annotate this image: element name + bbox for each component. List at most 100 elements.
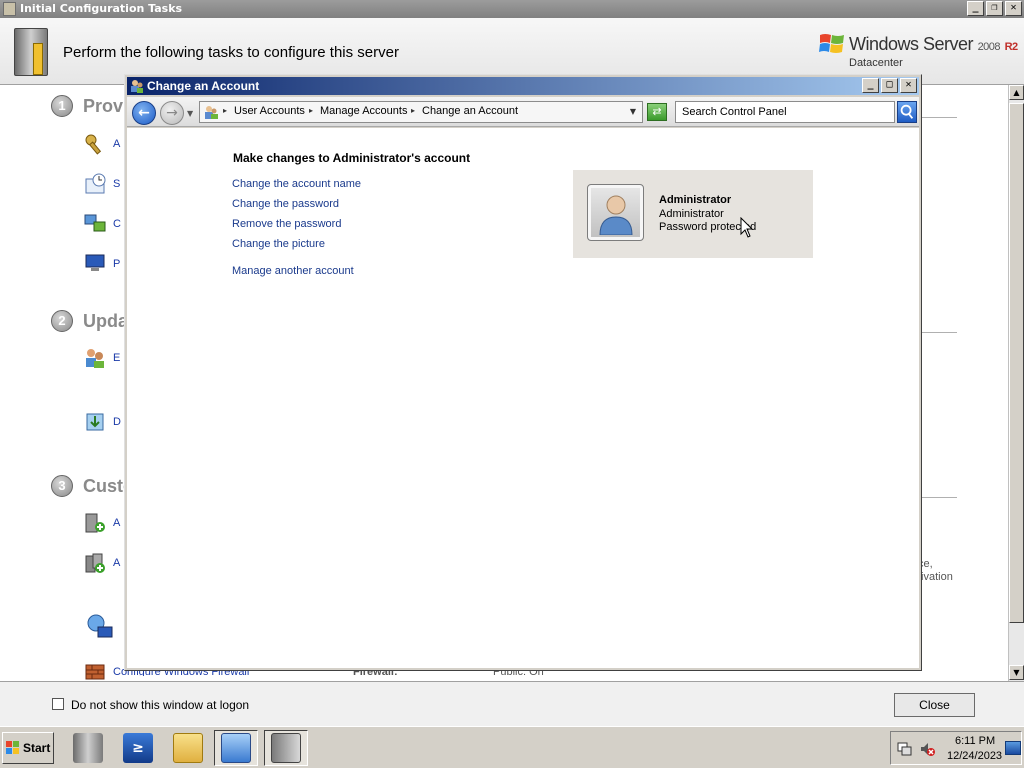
do-not-show-checkbox[interactable] [52, 698, 64, 710]
avatar [587, 184, 644, 241]
breadcrumb-change-account[interactable]: Change an Account [422, 105, 518, 117]
users-update-icon [86, 349, 104, 368]
show-desktop-icon[interactable] [1005, 741, 1021, 755]
task-link-fragment[interactable]: A [113, 138, 120, 150]
search-icon[interactable] [897, 101, 917, 123]
account-card: Administrator Administrator Password pro… [573, 170, 813, 258]
minimize-button[interactable]: _ [967, 1, 984, 16]
server-manager-icon [73, 733, 103, 763]
cp-navigation-bar: ← → ▼ ▸ User Accounts ▸ Manage Accounts … [127, 97, 919, 127]
cp-content: Make changes to Administrator's account … [127, 128, 919, 668]
section-number-3: 3 [51, 475, 73, 497]
ict-title: Initial Configuration Tasks [20, 2, 183, 15]
cp-window-title: Change an Account [147, 79, 260, 93]
breadcrumb-separator-icon[interactable]: ▸ [411, 106, 415, 115]
restore-button[interactable]: ❐ [986, 1, 1003, 16]
start-label: Start [23, 741, 51, 755]
brand-release: R2 [1004, 41, 1019, 53]
remote-desktop-icon [87, 614, 113, 638]
scroll-down-arrow-icon[interactable]: ▼ [1009, 665, 1024, 680]
computer-icon [85, 254, 105, 271]
do-not-show-label[interactable]: Do not show this window at logon [71, 698, 249, 712]
task-link-fragment[interactable]: D [113, 416, 121, 428]
change-account-window: Change an Account _ □ ✕ ← → ▼ ▸ User Acc… [124, 74, 922, 671]
change-account-name-link[interactable]: Change the account name [232, 178, 361, 190]
section-number-1: 1 [51, 95, 73, 117]
task-link-fragment[interactable]: P [113, 258, 120, 270]
recent-pages-dropdown-icon[interactable]: ▼ [187, 109, 193, 118]
clock-date[interactable]: 12/24/2023 [947, 750, 1002, 762]
account-type: Administrator [659, 208, 724, 220]
address-dropdown-icon[interactable]: ▼ [630, 107, 636, 116]
section-number-2: 2 [51, 310, 73, 332]
mouse-pointer-icon [740, 217, 754, 238]
cp-title-bar[interactable]: Change an Account _ □ ✕ [127, 77, 919, 95]
breadcrumb-manage-accounts[interactable]: Manage Accounts [320, 105, 407, 117]
brand-version: 2008 [977, 41, 1001, 53]
change-password-link[interactable]: Change the password [232, 198, 339, 210]
ict-header-text: Perform the following tasks to configure… [63, 44, 399, 61]
close-window-button[interactable]: ✕ [900, 78, 917, 93]
scroll-thumb[interactable] [1009, 103, 1024, 623]
breadcrumb-separator-icon[interactable]: ▸ [223, 106, 227, 115]
network-icon [84, 214, 106, 232]
manage-another-account-link[interactable]: Manage another account [232, 265, 354, 277]
brand-name: Windows Server [849, 34, 974, 54]
section-rule-2 [920, 332, 957, 333]
server-tools-icon [14, 28, 48, 76]
windows-flag-icon [819, 34, 844, 53]
address-bar[interactable]: ▸ User Accounts ▸ Manage Accounts ▸ Chan… [199, 101, 643, 123]
ict-title-bar[interactable]: Initial Configuration Tasks _ ❐ ✕ [0, 0, 1024, 18]
search-input[interactable]: Search Control Panel [675, 101, 895, 123]
taskbar-powershell[interactable]: ≥ [116, 730, 160, 766]
start-button[interactable]: Start [2, 732, 54, 764]
section-rule-3 [920, 497, 957, 498]
taskbar-explorer[interactable] [166, 730, 210, 766]
user-silhouette-icon [599, 195, 633, 235]
taskbar: Start ≥ 6:11 PM 12/24/2023 [0, 726, 1024, 768]
close-window-button[interactable]: ✕ [1005, 1, 1022, 16]
section-title-1: Provi [83, 96, 129, 116]
section-title-2: Upda [83, 311, 128, 331]
remove-password-link[interactable]: Remove the password [232, 218, 341, 230]
add-roles-icon [85, 513, 105, 533]
powershell-icon: ≥ [123, 733, 153, 763]
task-link-fragment[interactable]: S [113, 178, 120, 190]
task-link-fragment[interactable]: A [113, 517, 120, 529]
task-link-fragment[interactable]: C [113, 218, 121, 230]
forward-arrow-icon[interactable]: → [160, 101, 184, 125]
refresh-icon[interactable]: ⇄ [647, 103, 667, 121]
server-window-icon [3, 2, 16, 16]
windows-flag-icon [6, 741, 19, 754]
breadcrumb-user-accounts[interactable]: User Accounts [234, 105, 305, 117]
section-rule-1 [920, 117, 957, 118]
taskbar-control-panel[interactable] [214, 730, 258, 766]
close-button[interactable]: Close [894, 693, 975, 717]
user-accounts-icon [131, 80, 143, 93]
ict-vertical-scrollbar[interactable]: ▲ ▼ [1008, 85, 1024, 681]
taskbar-initial-config[interactable] [264, 730, 308, 766]
taskbar-server-manager[interactable] [66, 730, 110, 766]
task-link-fragment[interactable]: A [113, 557, 120, 569]
download-updates-icon [86, 413, 104, 431]
system-tray: 6:11 PM 12/24/2023 [890, 731, 1022, 765]
change-picture-link[interactable]: Change the picture [232, 238, 325, 250]
key-icon [85, 134, 102, 155]
maximize-button[interactable]: □ [881, 78, 898, 93]
initial-config-icon [271, 733, 301, 763]
breadcrumb-separator-icon[interactable]: ▸ [309, 106, 313, 115]
right-column-text: tivation [918, 571, 953, 583]
clock-time[interactable]: 6:11 PM [955, 735, 995, 747]
explorer-icon [173, 733, 203, 763]
control-panel-icon [221, 733, 251, 763]
add-features-icon [85, 553, 105, 573]
back-arrow-icon[interactable]: ← [132, 101, 156, 125]
minimize-button[interactable]: _ [862, 78, 879, 93]
page-heading: Make changes to Administrator's account [233, 151, 471, 165]
scroll-up-arrow-icon[interactable]: ▲ [1009, 85, 1024, 100]
task-link-fragment[interactable]: E [113, 352, 120, 364]
network-tray-icon[interactable] [897, 741, 913, 757]
account-name: Administrator [659, 194, 732, 206]
clock-calendar-icon [85, 173, 106, 194]
volume-muted-icon[interactable] [919, 741, 935, 757]
